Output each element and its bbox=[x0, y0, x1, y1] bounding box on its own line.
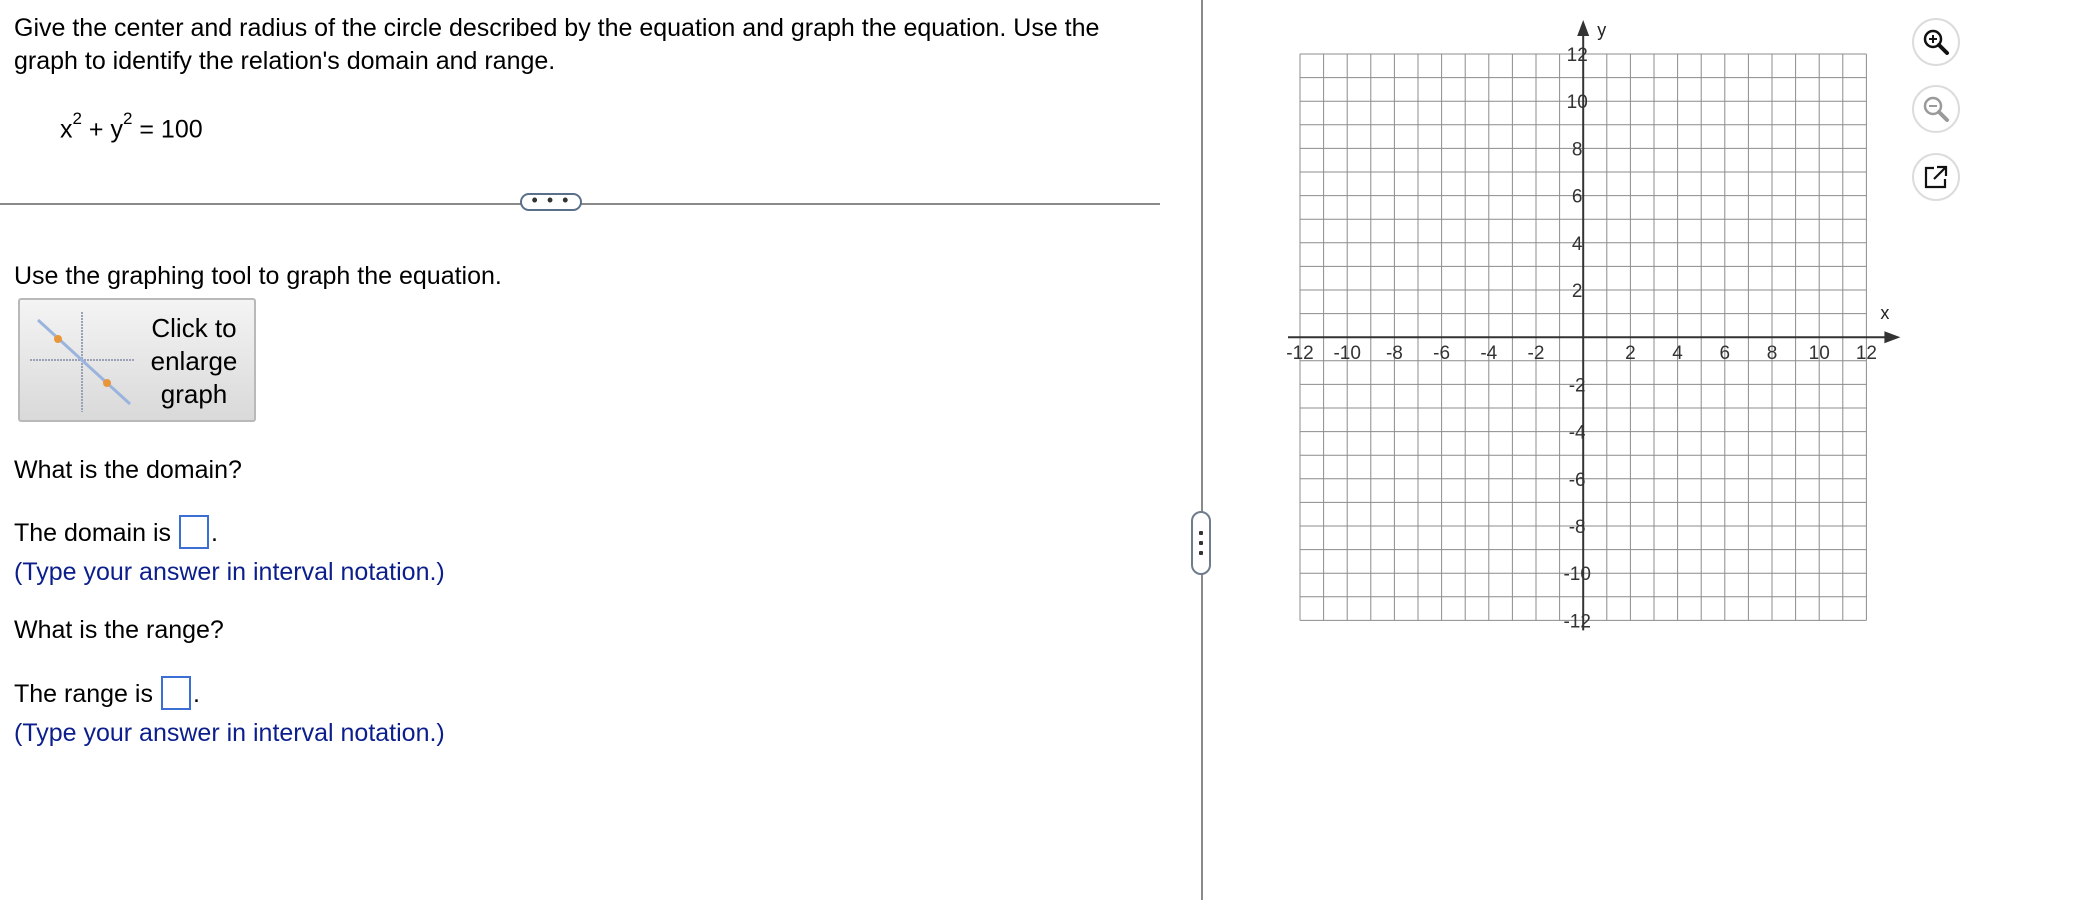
graphing-area[interactable]: x y -12 -10 -8 -6 -4 -2 2 4 6 8 10 12 12 10 8 6 4 2 -2 -4 -6 -8… bbox=[1270, 14, 1910, 644]
question-pane: Give the center and radius of the circle… bbox=[0, 0, 1168, 896]
equation-exp-2: 2 bbox=[122, 109, 133, 128]
x-tick-label: -12 bbox=[1286, 343, 1313, 364]
y-tick-label: -2 bbox=[1569, 375, 1586, 396]
enlarge-graph-button[interactable]: Click to enlarge graph bbox=[18, 298, 256, 422]
range-prefix: The range is bbox=[14, 680, 153, 708]
x-tick-label: 10 bbox=[1809, 343, 1830, 364]
equation-rhs: = 100 bbox=[132, 115, 203, 144]
y-tick-label: -12 bbox=[1563, 611, 1590, 632]
zoom-out-button[interactable] bbox=[1912, 85, 1960, 133]
domain-hint: (Type your answer in interval notation.) bbox=[14, 558, 445, 586]
y-tick-label: 12 bbox=[1567, 45, 1588, 66]
equation: x2 + y2 = 100 bbox=[60, 106, 203, 146]
x-tick-label: -10 bbox=[1333, 343, 1360, 364]
x-tick-label: 4 bbox=[1672, 343, 1683, 364]
y-tick-label: 10 bbox=[1567, 92, 1588, 113]
y-tick-label: 4 bbox=[1572, 234, 1583, 255]
equation-y: y bbox=[110, 115, 123, 144]
x-tick-label: 6 bbox=[1720, 343, 1731, 364]
x-tick-label: -4 bbox=[1480, 343, 1497, 364]
y-tick-label: 6 bbox=[1572, 187, 1583, 208]
x-axis-arrow bbox=[1884, 331, 1901, 344]
x-tick-label: -8 bbox=[1386, 343, 1403, 364]
y-tick-label: 8 bbox=[1572, 139, 1583, 160]
graph-instruction: Use the graphing tool to graph the equat… bbox=[14, 262, 502, 290]
equation-plus: + bbox=[81, 115, 111, 144]
y-tick-label: -8 bbox=[1569, 517, 1586, 538]
domain-answer-row: The domain is. bbox=[14, 515, 218, 551]
y-axis-arrow bbox=[1577, 20, 1590, 36]
x-tick-label: 2 bbox=[1625, 343, 1636, 364]
popout-button[interactable] bbox=[1912, 153, 1960, 201]
domain-suffix: . bbox=[211, 519, 218, 547]
question-text: Give the center and radius of the circle… bbox=[14, 14, 1100, 75]
y-tick-label: -4 bbox=[1569, 423, 1586, 444]
more-button[interactable]: • • • bbox=[520, 191, 582, 211]
enlarge-graph-label: Click to enlarge graph bbox=[150, 313, 238, 409]
popout-icon bbox=[1924, 165, 1948, 189]
zoom-in-button[interactable] bbox=[1912, 18, 1960, 66]
y-tick-label: -10 bbox=[1563, 564, 1590, 585]
domain-answer-input[interactable] bbox=[179, 515, 210, 550]
domain-question: What is the domain? bbox=[14, 456, 242, 484]
x-tick-label: -6 bbox=[1433, 343, 1450, 364]
range-hint: (Type your answer in interval notation.) bbox=[14, 719, 445, 747]
x-tick-label: 8 bbox=[1767, 343, 1778, 364]
zoom-out-icon bbox=[1923, 96, 1949, 122]
x-tick-label: -2 bbox=[1528, 343, 1545, 364]
zoom-in-icon bbox=[1923, 29, 1949, 55]
pane-resize-handle[interactable] bbox=[1191, 511, 1211, 575]
y-tick-label: -6 bbox=[1569, 470, 1586, 491]
graph-thumbnail-icon bbox=[30, 312, 135, 412]
equation-exp-1: 2 bbox=[72, 109, 82, 128]
equation-x: x bbox=[60, 115, 73, 144]
range-answer-input[interactable] bbox=[160, 676, 191, 711]
range-suffix: . bbox=[192, 680, 200, 708]
x-axis-label: x bbox=[1880, 303, 1889, 323]
y-tick-label: 2 bbox=[1572, 281, 1583, 302]
x-tick-label: 12 bbox=[1856, 343, 1877, 364]
y-axis-label: y bbox=[1597, 20, 1606, 40]
range-answer-row: The range is. bbox=[14, 676, 200, 712]
range-question: What is the range? bbox=[14, 616, 224, 644]
pane-divider bbox=[1201, 0, 1203, 900]
domain-prefix: The domain is bbox=[14, 519, 172, 547]
